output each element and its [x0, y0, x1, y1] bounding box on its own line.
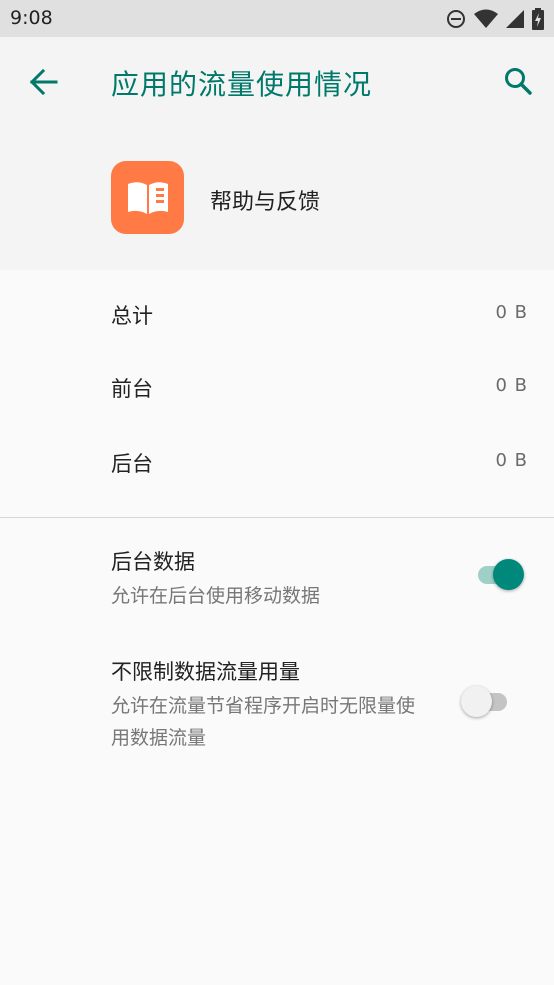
usage-label: 前台	[111, 377, 153, 401]
status-icons	[446, 8, 544, 30]
usage-row-background: 后台 0 B	[0, 432, 554, 492]
usage-label: 后台	[111, 452, 153, 476]
arrow-back-icon	[30, 69, 58, 95]
toggle-thumb	[461, 686, 492, 717]
setting-background-data[interactable]: 后台数据 允许在后台使用移动数据	[0, 546, 554, 616]
dnd-icon	[447, 10, 465, 28]
app-name: 帮助与反馈	[210, 190, 321, 215]
setting-title: 后台数据	[111, 550, 195, 574]
status-bar: 9:08	[0, 0, 554, 37]
app-header: 应用的流量使用情况 帮助与反馈	[0, 37, 554, 270]
usage-label: 总计	[111, 304, 153, 328]
signal-icon	[506, 10, 524, 28]
divider	[0, 517, 554, 518]
unrestricted-data-toggle[interactable]	[461, 683, 513, 719]
search-button[interactable]	[496, 61, 540, 101]
usage-value: 0 B	[495, 450, 528, 471]
back-button[interactable]	[22, 62, 66, 102]
setting-subtitle: 允许在流量节省程序开启时无限量使用数据流量	[111, 695, 416, 749]
usage-value: 0 B	[495, 375, 528, 396]
toggle-thumb	[493, 559, 524, 590]
app-icon	[111, 161, 184, 234]
status-time: 9:08	[10, 7, 53, 29]
search-icon	[505, 68, 532, 95]
usage-row-foreground: 前台 0 B	[0, 357, 554, 417]
usage-value: 0 B	[495, 302, 528, 323]
setting-title: 不限制数据流量用量	[111, 660, 300, 684]
page-title: 应用的流量使用情况	[111, 68, 373, 101]
book-icon	[127, 181, 168, 214]
usage-row-total: 总计 0 B	[0, 284, 554, 344]
battery-icon	[532, 8, 544, 30]
wifi-icon	[474, 9, 498, 28]
setting-subtitle: 允许在后台使用移动数据	[111, 585, 321, 607]
background-data-toggle[interactable]	[472, 556, 524, 592]
